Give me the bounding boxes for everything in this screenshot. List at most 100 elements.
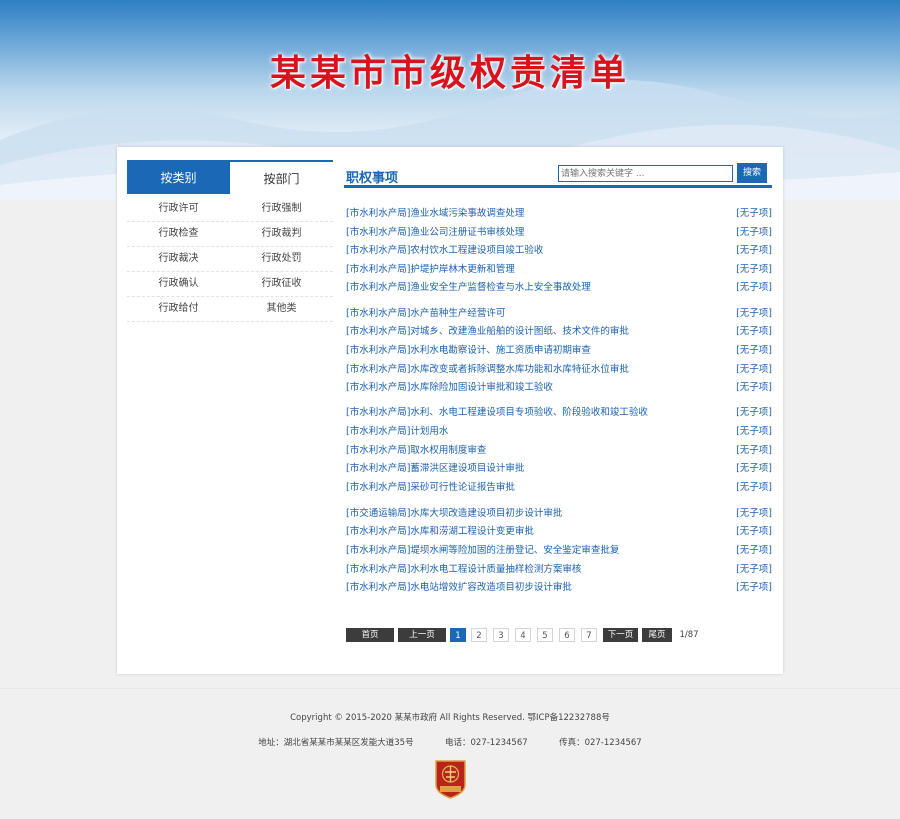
category-item[interactable]: 行政征收	[230, 272, 333, 296]
page-number[interactable]: 7	[581, 628, 597, 642]
category-item[interactable]: 行政裁决	[127, 247, 230, 271]
item-title[interactable]: [市水利水产局]对城乡、改建渔业船舶的设计图纸、技术文件的审批	[346, 326, 629, 337]
item-subitem-link[interactable]: [无子项]	[736, 363, 772, 377]
category-item[interactable]: 行政裁判	[230, 222, 333, 246]
category-tabs: 按类别 按部门	[127, 160, 333, 194]
item-subitem-link[interactable]: [无子项]	[736, 226, 772, 240]
item-subitem-link[interactable]: [无子项]	[736, 344, 772, 358]
category-item[interactable]: 行政强制	[230, 197, 333, 221]
item-subitem-link[interactable]: [无子项]	[736, 406, 772, 420]
footer: Copyright © 2015-2020 某某市政府 All Rights R…	[0, 688, 900, 819]
item-title[interactable]: [市水利水产局]水利、水电工程建设项目专项验收、阶段验收和竣工验收	[346, 407, 648, 418]
item-title[interactable]: [市交通运输局]水库大坝改造建设项目初步设计审批	[346, 508, 562, 519]
first-page-button[interactable]: 首页	[346, 628, 394, 642]
category-row: 行政许可 行政强制	[127, 197, 333, 222]
category-item[interactable]: 行政检查	[127, 222, 230, 246]
list-item[interactable]: [市水利水产局]水库除险加固设计审批和竣工验收 [无子项]	[346, 381, 772, 395]
item-subitem-link[interactable]: [无子项]	[736, 544, 772, 558]
item-title[interactable]: [市水利水产局]采砂可行性论证报告审批	[346, 482, 515, 493]
list-item[interactable]: [市水利水产局]渔业公司注册证书审核处理 [无子项]	[346, 226, 772, 240]
category-row: 行政给付 其他类	[127, 297, 333, 322]
item-title[interactable]: [市水利水产局]水库除险加固设计审批和竣工验收	[346, 382, 553, 393]
item-subitem-link[interactable]: [无子项]	[736, 263, 772, 277]
page-number-current[interactable]: 1	[450, 628, 466, 642]
list-item[interactable]: [市水利水产局]水利水电勘察设计、施工资质申请初期审查 [无子项]	[346, 344, 772, 358]
item-title[interactable]: [市水利水产局]护堤护岸林木更新和管理	[346, 264, 515, 275]
page-count: 1/87	[679, 630, 699, 640]
item-title[interactable]: [市水利水产局]取水权用制度审查	[346, 445, 486, 456]
item-subitem-link[interactable]: [无子项]	[736, 281, 772, 295]
item-subitem-link[interactable]: [无子项]	[736, 507, 772, 521]
search-button[interactable]: 搜索	[737, 163, 767, 183]
category-item[interactable]: 行政处罚	[230, 247, 333, 271]
category-row: 行政裁决 行政处罚	[127, 247, 333, 272]
list-item[interactable]: [市水利水产局]水利水电工程设计质量抽样检测方案审核 [无子项]	[346, 563, 772, 577]
tab-by-category[interactable]: 按类别	[127, 160, 230, 194]
item-subitem-link[interactable]: [无子项]	[736, 325, 772, 339]
tab-by-department[interactable]: 按部门	[230, 160, 333, 194]
category-item[interactable]: 行政给付	[127, 297, 230, 321]
list-item[interactable]: [市水利水产局]取水权用制度审查 [无子项]	[346, 444, 772, 458]
list-item[interactable]: [市水利水产局]采砂可行性论证报告审批 [无子项]	[346, 481, 772, 495]
item-subitem-link[interactable]: [无子项]	[736, 525, 772, 539]
item-title[interactable]: [市水利水产局]农村饮水工程建设项目竣工验收	[346, 245, 543, 256]
list-item[interactable]: [市水利水产局]蓄滞洪区建设项目设计审批 [无子项]	[346, 462, 772, 476]
item-subitem-link[interactable]: [无子项]	[736, 462, 772, 476]
item-subitem-link[interactable]: [无子项]	[736, 581, 772, 595]
list-item[interactable]: [市水利水产局]水库改变或者拆除调整水库功能和水库特征水位审批 [无子项]	[346, 363, 772, 377]
item-title[interactable]: [市水利水产局]渔业水域污染事故调查处理	[346, 208, 524, 219]
category-list: 行政许可 行政强制 行政检查 行政裁判 行政裁决 行政处罚 行政确认 行政征收 …	[127, 197, 333, 322]
copyright-text: Copyright © 2015-2020 某某市政府 All Rights R…	[290, 713, 610, 723]
item-title[interactable]: [市水利水产局]计划用水	[346, 426, 448, 437]
item-title[interactable]: [市水利水产局]渔业公司注册证书审核处理	[346, 227, 524, 238]
section-divider	[344, 185, 772, 188]
item-subitem-link[interactable]: [无子项]	[736, 425, 772, 439]
item-title[interactable]: [市水利水产局]水库和涝湖工程设计变更审批	[346, 526, 534, 537]
item-subitem-link[interactable]: [无子项]	[736, 381, 772, 395]
category-row: 行政确认 行政征收	[127, 272, 333, 297]
item-title[interactable]: [市水利水产局]水利水电勘察设计、施工资质申请初期审查	[346, 345, 591, 356]
page-number[interactable]: 5	[537, 628, 553, 642]
address-text: 地址：湖北省某某市某某区发能大道35号	[258, 738, 414, 748]
item-title[interactable]: [市水利水产局]堤坝水闸等险加固的注册登记、安全鉴定审查批复	[346, 545, 619, 556]
category-item[interactable]: 行政确认	[127, 272, 230, 296]
item-subitem-link[interactable]: [无子项]	[736, 307, 772, 321]
list-item[interactable]: [市水利水产局]农村饮水工程建设项目竣工验收 [无子项]	[346, 244, 772, 258]
search-input[interactable]	[558, 165, 733, 182]
page-number[interactable]: 2	[471, 628, 487, 642]
list-item[interactable]: [市水利水产局]渔业水域污染事故调查处理 [无子项]	[346, 207, 772, 221]
list-item[interactable]: [市水利水产局]护堤护岸林木更新和管理 [无子项]	[346, 263, 772, 277]
item-subitem-link[interactable]: [无子项]	[736, 244, 772, 258]
contact-info: 地址：湖北省某某市某某区发能大道35号 电话：027-1234567 传真：02…	[0, 736, 900, 748]
list-item[interactable]: [市水利水产局]水产苗种生产经营许可 [无子项]	[346, 307, 772, 321]
category-item[interactable]: 其他类	[230, 297, 333, 321]
list-item[interactable]: [市水利水产局]计划用水 [无子项]	[346, 425, 772, 439]
item-title[interactable]: [市水利水产局]蓄滞洪区建设项目设计审批	[346, 463, 524, 474]
item-title[interactable]: [市水利水产局]水库改变或者拆除调整水库功能和水库特征水位审批	[346, 364, 629, 375]
last-page-button[interactable]: 尾页	[642, 628, 672, 642]
list-item[interactable]: [市水利水产局]水电站增效扩容改造项目初步设计审批 [无子项]	[346, 581, 772, 595]
page-number[interactable]: 6	[559, 628, 575, 642]
item-title[interactable]: [市水利水产局]水利水电工程设计质量抽样检测方案审核	[346, 564, 581, 575]
item-subitem-link[interactable]: [无子项]	[736, 563, 772, 577]
fax-text: 传真：027-1234567	[559, 738, 642, 748]
list-item[interactable]: [市水利水产局]堤坝水闸等险加固的注册登记、安全鉴定审查批复 [无子项]	[346, 544, 772, 558]
item-subitem-link[interactable]: [无子项]	[736, 481, 772, 495]
item-subitem-link[interactable]: [无子项]	[736, 444, 772, 458]
list-item[interactable]: [市水利水产局]对城乡、改建渔业船舶的设计图纸、技术文件的审批 [无子项]	[346, 325, 772, 339]
list-item[interactable]: [市水利水产局]水库和涝湖工程设计变更审批 [无子项]	[346, 525, 772, 539]
list-item[interactable]: [市水利水产局]渔业安全生产监督检查与水上安全事故处理 [无子项]	[346, 281, 772, 295]
section-title: 职权事项	[346, 171, 399, 186]
item-title[interactable]: [市水利水产局]渔业安全生产监督检查与水上安全事故处理	[346, 282, 591, 293]
item-title[interactable]: [市水利水产局]水电站增效扩容改造项目初步设计审批	[346, 582, 572, 593]
next-page-button[interactable]: 下一页	[603, 628, 638, 642]
list-item[interactable]: [市交通运输局]水库大坝改造建设项目初步设计审批 [无子项]	[346, 507, 772, 521]
page-number[interactable]: 4	[515, 628, 531, 642]
page-number[interactable]: 3	[493, 628, 509, 642]
phone-text: 电话：027-1234567	[445, 738, 528, 748]
category-item[interactable]: 行政许可	[127, 197, 230, 221]
list-item[interactable]: [市水利水产局]水利、水电工程建设项目专项验收、阶段验收和竣工验收 [无子项]	[346, 406, 772, 420]
item-title[interactable]: [市水利水产局]水产苗种生产经营许可	[346, 308, 505, 319]
item-subitem-link[interactable]: [无子项]	[736, 207, 772, 221]
prev-page-button[interactable]: 上一页	[398, 628, 446, 642]
